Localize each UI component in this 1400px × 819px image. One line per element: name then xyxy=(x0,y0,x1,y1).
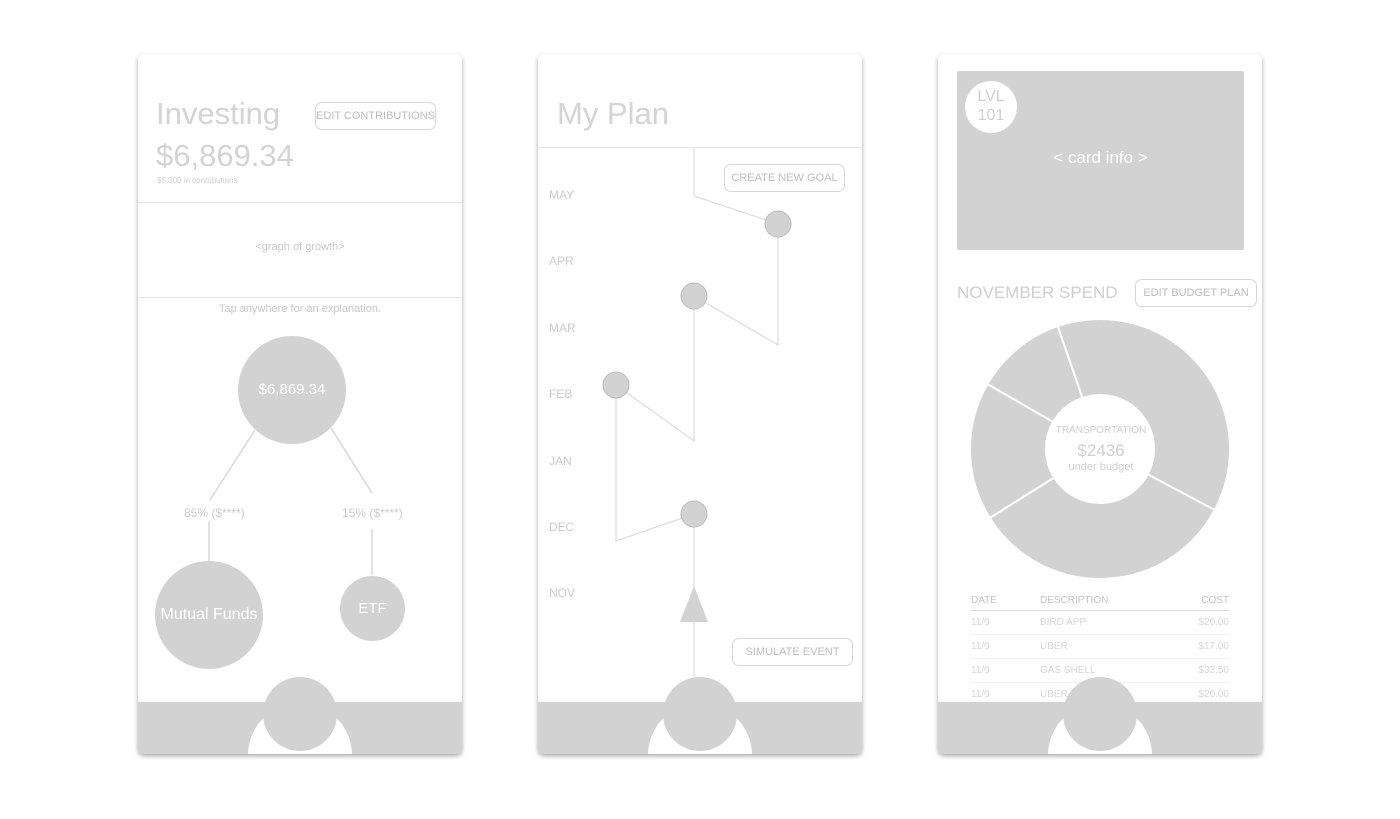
table-row[interactable]: 11/9 BIRD APP $20.00 xyxy=(971,610,1229,635)
goal-node-apr xyxy=(680,282,708,310)
mutual-funds-node[interactable]: Mutual Funds xyxy=(155,561,263,669)
cell-cost: $17.00 xyxy=(1170,634,1229,659)
column-header-description: DESCRIPTION xyxy=(1040,590,1171,611)
etf-node[interactable]: ETF xyxy=(340,576,405,641)
cell-cost: $20.00 xyxy=(1170,610,1229,635)
home-tab-button[interactable] xyxy=(263,677,337,751)
goal-node-feb xyxy=(602,371,630,399)
current-position-arrow-icon xyxy=(680,586,708,622)
spend-screen: LVL 101 < card info > NOVEMBER SPEND EDI… xyxy=(938,54,1262,754)
tree-line-right xyxy=(330,427,373,494)
table-row[interactable]: 11/9 UBER $17.00 xyxy=(971,634,1229,659)
simulate-event-button[interactable]: SIMULATE EVENT xyxy=(732,638,853,666)
tree-line-left xyxy=(209,429,256,501)
donut-status: under budget xyxy=(1068,461,1134,473)
column-header-date: DATE xyxy=(971,590,1040,611)
create-new-goal-button[interactable]: CREATE NEW GOAL xyxy=(724,164,845,192)
my-plan-screen: My Plan MAY APR MAR FEB JAN DEC NOV CREA… xyxy=(538,54,862,754)
etf-percent: 15% ($****) xyxy=(342,506,403,520)
timeline-segment xyxy=(615,296,695,443)
table-header-row: DATE DESCRIPTION COST xyxy=(971,590,1229,611)
cell-description: UBER xyxy=(1040,634,1171,659)
donut-category: TRANSPORTATION xyxy=(1055,425,1147,436)
cell-date: 11/9 xyxy=(971,658,1040,683)
donut-amount: $2436 xyxy=(1077,441,1125,460)
timeline-segment xyxy=(693,224,779,347)
home-tab-button[interactable] xyxy=(1063,677,1137,751)
mutual-funds-percent: 85% ($****) xyxy=(184,506,245,520)
cell-date: 11/9 xyxy=(971,634,1040,659)
goal-node-may xyxy=(764,210,792,238)
cell-description: BIRD APP xyxy=(1040,610,1171,635)
total-balance-node[interactable]: $6,869.34 xyxy=(238,336,346,444)
column-header-cost: COST xyxy=(1170,590,1229,611)
cell-date: 11/9 xyxy=(971,610,1040,635)
investing-screen: Investing EDIT CONTRIBUTIONS $6,869.34 $… xyxy=(138,54,462,754)
home-tab-button[interactable] xyxy=(663,677,737,751)
goal-node-dec xyxy=(680,500,708,528)
cell-cost: $32.50 xyxy=(1170,658,1229,683)
